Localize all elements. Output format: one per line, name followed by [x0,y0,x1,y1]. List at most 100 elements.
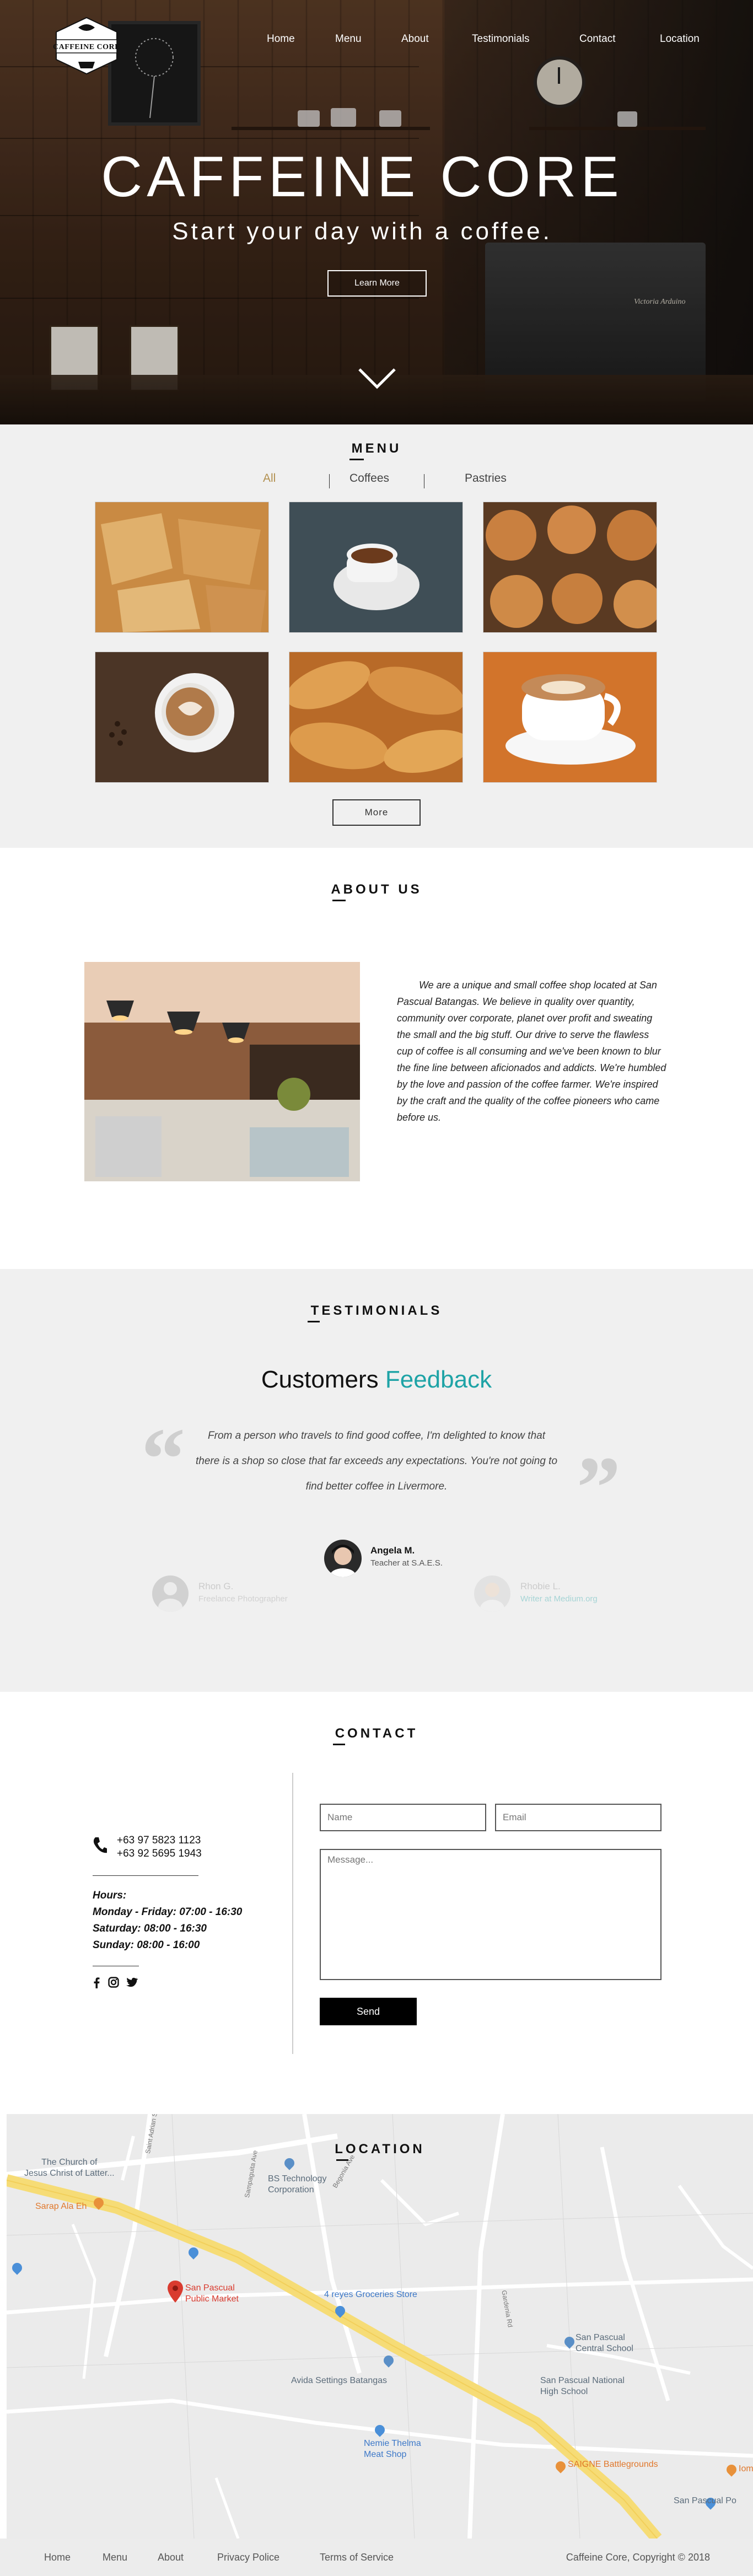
filter-all[interactable]: All [263,472,276,485]
scones-image [95,502,268,632]
nav-testimonials[interactable]: Testimonials [472,33,530,45]
map-place-post[interactable]: San Pascual Po [674,2496,736,2507]
hours-sunday: Sunday: 08:00 - 16:00 [93,1939,200,1951]
footer-link-about[interactable]: About [158,2552,184,2563]
person-role: Writer at Medium.org [520,1594,598,1604]
person-name: Rhobie L. [520,1581,561,1591]
espresso-image [289,502,462,632]
heading-main: Customers [261,1366,379,1393]
person-icon [330,1545,356,1577]
logo-text: CAFFEINE CORE [52,43,120,51]
menu-item-espresso[interactable] [289,502,463,633]
person-role: Teacher at S.A.E.S. [370,1558,443,1568]
menu-item-muffins[interactable] [483,502,657,633]
phone-icon [93,1837,107,1853]
testimonials-section: TESTIMONIALS Customers Feedback “ ” From… [0,1269,753,1692]
about-section: ABOUT US We are a unique and small coffe… [0,848,753,1269]
title-underline [333,1744,345,1745]
hero-subtitle: Start your day with a coffee. [172,218,552,245]
phone-number[interactable]: +63 97 5823 1123 [117,1834,201,1847]
menu-item-cappuccino[interactable] [483,652,657,783]
nav-about[interactable]: About [401,33,429,45]
filter-separator [329,474,330,488]
map-place-groceries[interactable]: 4 reyes Groceries Store [324,2289,417,2300]
footer-link-privacy[interactable]: Privacy Police [217,2552,279,2563]
nav-location[interactable]: Location [660,33,700,45]
footer: Home Menu About Privacy Police Terms of … [0,2539,753,2576]
menu-item-croissants[interactable] [289,652,463,783]
open-quote-icon: “ [141,1410,185,1508]
map-place-bs-technology[interactable]: BS Technology Corporation [268,2174,326,2196]
testimonials-title: TESTIMONIALS [310,1303,443,1318]
hero-title: CAFFEINE CORE [101,145,623,209]
menu-item-scones[interactable] [95,502,269,633]
cafe-interior-image [84,962,360,1181]
title-underline [308,1321,320,1322]
hours-label: Hours: [93,1890,127,1901]
map-place-avida[interactable]: Avida Settings Batangas [291,2375,387,2386]
person-icon [158,1582,182,1612]
filter-pastries[interactable]: Pastries [465,472,507,485]
location-marker-icon[interactable] [168,2281,183,2303]
facebook-icon[interactable] [93,1976,100,1988]
map-place-central-school[interactable]: San Pascual Central School [575,2332,633,2354]
map-place-public-market[interactable]: San Pascual Public Market [185,2283,239,2305]
title-underline [349,459,364,460]
map-place-church[interactable]: The Church of Jesus Christ of Latter... [24,2157,115,2179]
copyright: Caffeine Core, Copyright © 2018 [566,2552,710,2563]
vertical-divider [292,1773,293,2054]
menu-item-latte-art[interactable] [95,652,269,783]
filter-coffees[interactable]: Coffees [349,472,389,485]
about-text: We are a unique and small coffee shop lo… [397,980,666,1123]
message-textarea[interactable] [320,1849,661,1980]
footer-link-home[interactable]: Home [44,2552,71,2563]
opening-hours: Hours: Monday - Friday: 07:00 - 16:30 Sa… [93,1887,291,1954]
divider [93,1875,198,1876]
location-section: LOCATION The Church of Jesus Christ of L… [0,2114,753,2539]
person-name: Angela M. [370,1545,415,1556]
person-name: Rhon G. [198,1581,234,1591]
learn-more-button[interactable]: Learn More [327,270,427,297]
croissants-image [289,652,462,782]
title-underline [332,900,346,901]
avatar [152,1575,189,1612]
contact-section: CONTACT +63 97 5823 1123 +63 92 5695 194… [0,1692,753,2114]
location-map[interactable]: LOCATION The Church of Jesus Christ of L… [7,2114,753,2539]
cappuccino-image [483,652,657,782]
heading-accent: Feedback [385,1366,492,1393]
more-button[interactable]: More [332,799,421,826]
map-place-meat-shop[interactable]: Nemie Thelma Meat Shop [364,2438,421,2460]
person-role: Freelance Photographer [198,1594,288,1604]
menu-title: MENU [351,441,402,456]
social-links [93,1976,148,1988]
avatar [474,1575,510,1612]
phone-number[interactable]: +63 92 5695 1943 [117,1847,202,1860]
map-place-iomi[interactable]: Iomi [739,2464,753,2475]
twitter-icon[interactable] [126,1977,138,1987]
avatar [324,1540,362,1577]
logo[interactable]: CAFFEINE CORE [51,15,122,76]
about-title: ABOUT US [331,882,422,897]
footer-link-terms[interactable]: Terms of Service [320,2552,394,2563]
footer-link-menu[interactable]: Menu [103,2552,127,2563]
instagram-icon[interactable] [108,1977,119,1988]
map-place-sarap-ala-eh[interactable]: Sarap Ala Eh [35,2201,87,2212]
map-place-saigne[interactable]: SAIGNE Battlegrounds [568,2459,658,2470]
nav-contact[interactable]: Contact [579,33,615,45]
location-title: LOCATION [335,2142,425,2156]
hours-saturday: Saturday: 08:00 - 16:30 [93,1923,207,1934]
person-icon [480,1583,504,1612]
name-input[interactable] [320,1804,486,1831]
hero-section: Victoria Arduino CAFFEINE CORE Home Menu… [0,0,753,424]
email-input[interactable] [495,1804,661,1831]
nav-home[interactable]: Home [267,33,295,45]
about-image [84,962,360,1181]
send-button[interactable]: Send [320,1998,417,2025]
testimonial-quote: From a person who travels to find good c… [195,1430,558,1492]
map-place-high-school[interactable]: San Pascual National High School [540,2375,625,2397]
chevron-down-icon[interactable] [357,366,397,390]
latte-art-image [95,652,268,782]
nav-menu[interactable]: Menu [335,33,362,45]
testimonials-heading: Customers Feedback [0,1366,753,1394]
map-roads [7,2114,753,2539]
